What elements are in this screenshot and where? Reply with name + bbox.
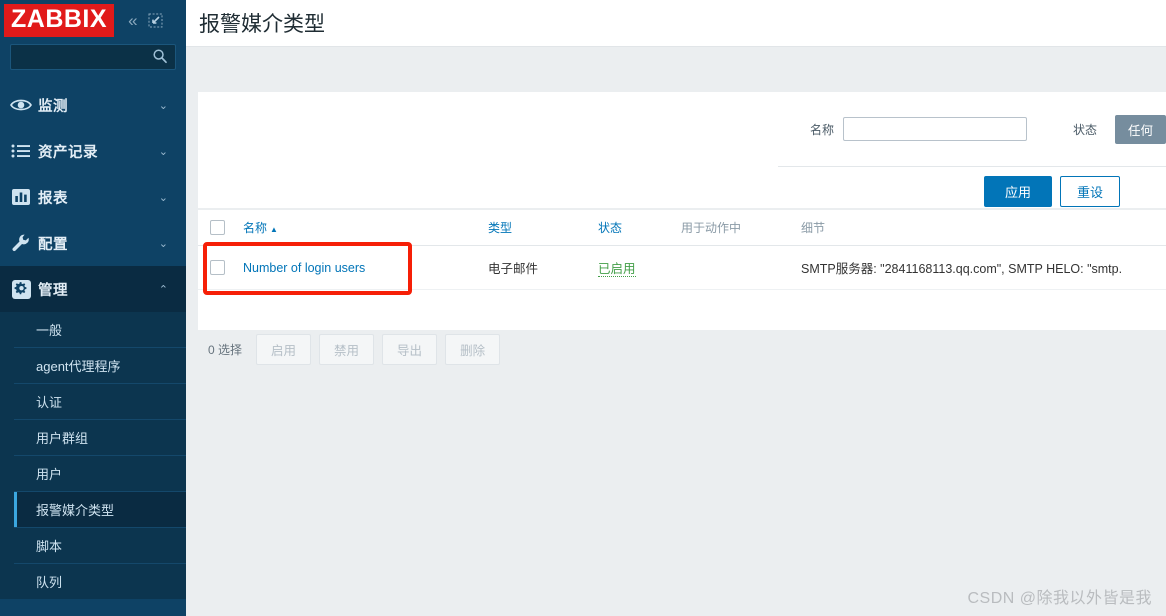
filter-name-label: 名称 xyxy=(809,122,834,137)
page-title: 报警媒介类型 xyxy=(199,13,325,36)
filter-name-input[interactable] xyxy=(842,117,1027,141)
main-content: 报警媒介类型 名称 状态 任何 应用 重设 名称 ▲ 类型 状态 用于动作中 细… xyxy=(186,0,1166,616)
select-all-header xyxy=(198,210,243,246)
row-details-cell: SMTP服务器: "2841168113.qq.com", SMTP HELO:… xyxy=(801,245,1166,290)
filter-buttons: 应用 重设 xyxy=(198,167,1166,207)
sort-ascending-icon: ▲ xyxy=(270,225,278,234)
sidebar-subitem-media-types[interactable]: 报警媒介类型 xyxy=(14,491,186,527)
column-header-used-in-actions: 用于动作中 xyxy=(681,210,801,246)
chevron-down-icon: ⌄ xyxy=(158,99,168,112)
chevron-down-icon: ⌄ xyxy=(158,145,168,158)
sidebar-search xyxy=(0,40,186,78)
wrench-icon xyxy=(4,233,38,253)
sidebar-subitem-general[interactable]: 一般 xyxy=(14,312,186,347)
sidebar-item-administration[interactable]: 管理 ⌃ xyxy=(0,266,186,312)
row-used-in-actions-cell xyxy=(681,245,801,290)
sidebar-subitem-authentication[interactable]: 认证 xyxy=(14,383,186,419)
fullscreen-icon[interactable] xyxy=(148,13,163,28)
sidebar-item-configuration[interactable]: 配置 ⌄ xyxy=(0,220,186,266)
sidebar-subitem-scripts[interactable]: 脚本 xyxy=(14,527,186,563)
filter-status-label: 状态 xyxy=(1072,122,1097,137)
chevron-double-left-icon[interactable]: « xyxy=(128,12,137,29)
row-select-cell xyxy=(198,245,243,290)
sidebar-item-label: 报表 xyxy=(38,190,68,207)
chart-bar-icon xyxy=(4,188,38,206)
sidebar-item-inventory[interactable]: 资产记录 ⌄ xyxy=(0,128,186,174)
table-body: Number of login users 电子邮件 已启用 SMTP服务器: … xyxy=(198,245,1166,290)
column-header-status[interactable]: 状态 xyxy=(598,210,681,246)
row-type-cell: 电子邮件 xyxy=(488,245,598,290)
sidebar-subitem-label: 用户群组 xyxy=(36,431,89,446)
search-box[interactable] xyxy=(10,44,176,70)
filter-status-any-button[interactable]: 任何 xyxy=(1114,114,1166,144)
reset-button[interactable]: 重设 xyxy=(1059,176,1120,207)
sidebar-subitem-label: 队列 xyxy=(36,575,63,590)
media-type-link[interactable]: Number of login users xyxy=(243,261,365,275)
sidebar-item-label: 监测 xyxy=(38,98,68,115)
table-row: Number of login users 电子邮件 已启用 SMTP服务器: … xyxy=(198,245,1166,290)
chevron-down-icon: ⌄ xyxy=(158,237,168,250)
media-types-list-panel: 名称 ▲ 类型 状态 用于动作中 细节 Number of login user… xyxy=(198,210,1166,330)
select-all-checkbox[interactable] xyxy=(210,220,225,236)
sidebar-subitem-label: 脚本 xyxy=(36,539,63,554)
disable-button: 禁用 xyxy=(319,333,375,365)
bulk-actions-bar: 0 选择 启用 禁用 导出 删除 xyxy=(198,332,501,366)
column-header-name[interactable]: 名称 ▲ xyxy=(243,210,488,246)
page-header: 报警媒介类型 xyxy=(186,0,1166,47)
gear-icon xyxy=(4,279,38,300)
eye-icon xyxy=(4,97,38,113)
selected-count: 0 选择 xyxy=(208,342,243,357)
search-input[interactable] xyxy=(11,45,165,67)
column-header-details: 细节 xyxy=(801,210,1166,246)
sidebar: ZABBIX « 监测 ⌄ 资产记录 ⌄ 报表 ⌄ 配置 ⌄ 管理 ⌃ 一般 a… xyxy=(0,0,186,616)
row-status-cell: 已启用 xyxy=(598,245,681,290)
watermark: CSDN @除我以外皆是我 xyxy=(967,590,1152,607)
status-badge[interactable]: 已启用 xyxy=(598,262,636,277)
sidebar-header-icons: « xyxy=(128,12,163,29)
filter-fields-row: 名称 状态 任何 xyxy=(198,92,1166,166)
sidebar-item-label: 管理 xyxy=(38,282,68,299)
row-checkbox[interactable] xyxy=(210,260,225,276)
delete-button: 删除 xyxy=(445,333,501,365)
filter-panel: 名称 状态 任何 应用 重设 xyxy=(198,92,1166,208)
media-types-table: 名称 ▲ 类型 状态 用于动作中 细节 Number of login user… xyxy=(198,210,1166,290)
chevron-down-icon: ⌄ xyxy=(158,191,168,204)
sidebar-subitem-users[interactable]: 用户 xyxy=(14,455,186,491)
zabbix-app-window: ZABBIX « 监测 ⌄ 资产记录 ⌄ 报表 ⌄ 配置 ⌄ 管理 ⌃ 一般 a… xyxy=(0,0,1166,616)
sidebar-item-label: 资产记录 xyxy=(38,144,98,161)
sidebar-subitem-label: 报警媒介类型 xyxy=(36,503,115,518)
sidebar-item-reports[interactable]: 报表 ⌄ xyxy=(0,174,186,220)
sidebar-header: ZABBIX « xyxy=(0,0,186,40)
sidebar-subitem-label: agent代理程序 xyxy=(36,359,121,374)
sidebar-subitem-user-groups[interactable]: 用户群组 xyxy=(14,419,186,455)
sidebar-subitem-label: 用户 xyxy=(36,467,63,482)
sidebar-subitem-label: 一般 xyxy=(36,323,63,338)
apply-button[interactable]: 应用 xyxy=(983,176,1052,207)
table-header-row: 名称 ▲ 类型 状态 用于动作中 细节 xyxy=(198,210,1166,246)
export-button: 导出 xyxy=(382,333,438,365)
chevron-up-icon: ⌃ xyxy=(158,283,168,296)
sidebar-subitem-queue[interactable]: 队列 xyxy=(14,563,186,599)
sidebar-submenu-administration: 一般 agent代理程序 认证 用户群组 用户 报警媒介类型 脚本 队列 xyxy=(0,312,186,599)
sidebar-item-monitoring[interactable]: 监测 ⌄ xyxy=(0,82,186,128)
sidebar-nav: 监测 ⌄ 资产记录 ⌄ 报表 ⌄ 配置 ⌄ 管理 ⌃ 一般 agent代理程序 … xyxy=(0,82,186,599)
zabbix-logo[interactable]: ZABBIX xyxy=(4,3,115,37)
column-header-type[interactable]: 类型 xyxy=(488,210,598,246)
table-header: 名称 ▲ 类型 状态 用于动作中 细节 xyxy=(198,210,1166,246)
sidebar-subitem-proxies[interactable]: agent代理程序 xyxy=(14,347,186,383)
sidebar-subitem-label: 认证 xyxy=(36,395,63,410)
row-name-cell: Number of login users xyxy=(243,245,488,290)
enable-button: 启用 xyxy=(256,333,312,365)
sidebar-item-label: 配置 xyxy=(38,236,68,253)
column-header-name-label: 名称 xyxy=(243,221,268,235)
list-icon xyxy=(4,143,38,159)
search-icon[interactable] xyxy=(152,48,168,64)
